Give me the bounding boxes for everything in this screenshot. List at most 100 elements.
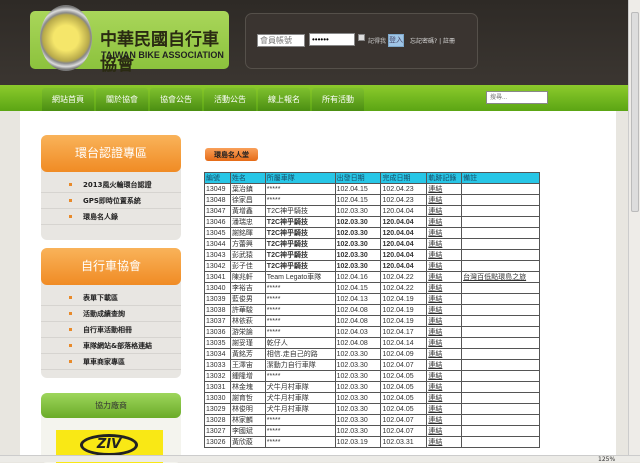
table-cell: 102.04.05 — [380, 381, 428, 393]
table-cell: 102.03.30 — [334, 205, 382, 217]
table-cell: 13026 — [204, 436, 231, 448]
sidebar-item[interactable]: 活動成績查詢 — [41, 306, 181, 322]
track-link[interactable]: 連結 — [428, 230, 442, 237]
sidebar-item[interactable]: 自行車活動相冊 — [41, 322, 181, 338]
table-cell: Team Legato車隊 — [264, 271, 336, 283]
track-link[interactable]: 連結 — [428, 428, 442, 435]
table-cell: 連結 — [426, 271, 463, 283]
table-cell: ***** — [264, 326, 336, 338]
track-link[interactable]: 連結 — [428, 340, 442, 347]
table-cell: 連結 — [426, 414, 463, 426]
track-link[interactable]: 連結 — [428, 186, 442, 193]
table-cell: 102.04.05 — [380, 392, 428, 404]
track-link[interactable]: 連結 — [428, 351, 442, 358]
password-input[interactable] — [309, 33, 355, 46]
table-row: 13038 許華駿 ***** 102.04.08 102.04.19 連結 — [204, 304, 540, 316]
login-panel: 記得我 登入 忘記密碼? | 註冊 — [245, 13, 478, 69]
table-cell: 葉治鎮 — [229, 183, 266, 195]
scrollbar-thumb[interactable] — [631, 12, 639, 212]
sidebar-item[interactable]: 2013風火輪環台認證 — [41, 177, 181, 193]
track-link[interactable]: 連結 — [428, 263, 442, 270]
track-link[interactable]: 連結 — [428, 362, 442, 369]
nav-registration[interactable]: 線上報名 — [258, 88, 310, 111]
column-header: 編號 — [204, 172, 231, 184]
table-cell: 13045 — [204, 227, 231, 239]
sidebar-item[interactable]: 環島名人錄 — [41, 209, 181, 225]
track-link[interactable]: 連結 — [428, 252, 442, 259]
sidebar-item[interactable]: 車隊網站&部落格連結 — [41, 338, 181, 354]
table-cell — [461, 205, 540, 217]
track-link[interactable]: 連結 — [428, 208, 442, 215]
sidebar-item[interactable]: 單車商家專區 — [41, 354, 181, 370]
track-link[interactable]: 連結 — [428, 219, 442, 226]
table-cell: 連結 — [426, 282, 463, 294]
track-link[interactable]: 連結 — [428, 439, 442, 446]
table-cell: 120.04.04 — [380, 205, 428, 217]
track-link[interactable]: 連結 — [428, 307, 442, 314]
table-cell: 謝銘暉 — [229, 227, 266, 239]
search-input[interactable] — [486, 91, 548, 104]
table-cell: 102.04.19 — [380, 293, 428, 305]
table-cell: 13027 — [204, 425, 231, 437]
track-link[interactable]: 連結 — [428, 373, 442, 380]
table-cell: T2C神乎騎技 — [264, 216, 336, 228]
sidebar-item-label: 活動成績查詢 — [83, 310, 125, 318]
table-cell: 102.04.08 — [334, 315, 382, 327]
table-cell: 120.04.04 — [380, 216, 428, 228]
table-row: 13026 黃欣蒑 ***** 102.03.19 102.03.31 連結 — [204, 436, 540, 448]
site-logo[interactable]: 中華民國自行車協會 TAIWAN BIKE ASSOCIATION — [30, 5, 229, 75]
table-cell: 許華駿 — [229, 304, 266, 316]
table-cell: 102.04.13 — [334, 293, 382, 305]
table-cell: 102.03.30 — [334, 392, 382, 404]
username-input[interactable] — [257, 34, 305, 47]
sidebar-item[interactable]: GPS即時位置系統 — [41, 193, 181, 209]
nav-about[interactable]: 關於協會 — [96, 88, 148, 111]
sidebar-item-label: 環島名人錄 — [83, 213, 118, 221]
track-link[interactable]: 連結 — [428, 417, 442, 424]
column-header: 軌跡記錄 — [426, 172, 463, 184]
table-cell: 潔動力自行車隊 — [264, 359, 336, 371]
table-cell: 連結 — [426, 260, 463, 272]
nav-events[interactable]: 活動公告 — [204, 88, 256, 111]
table-cell: ***** — [264, 304, 336, 316]
track-link[interactable]: 連結 — [428, 241, 442, 248]
column-header: 出發日期 — [334, 172, 382, 184]
table-cell: 13040 — [204, 282, 231, 294]
login-button[interactable]: 登入 — [388, 34, 404, 47]
bullet-icon — [69, 215, 72, 218]
track-link[interactable]: 連結 — [428, 274, 442, 281]
track-link[interactable]: 連結 — [428, 384, 442, 391]
table-cell — [461, 227, 540, 239]
table-cell: 102.04.08 — [334, 304, 382, 316]
nav-announcements[interactable]: 協會公告 — [150, 88, 202, 111]
table-cell — [461, 436, 540, 448]
table-cell — [461, 414, 540, 426]
table-cell: 102.04.15 — [334, 183, 382, 195]
table-cell: 102.04.23 — [380, 194, 428, 206]
table-cell: 13041 — [204, 271, 231, 283]
table-cell: 102.04.03 — [334, 326, 382, 338]
nav-all-events[interactable]: 所有活動 — [312, 88, 364, 111]
table-cell: 連結 — [426, 436, 463, 448]
track-link[interactable]: 連結 — [428, 329, 442, 336]
table-row: 13049 葉治鎮 ***** 102.04.15 102.04.23 連結 — [204, 183, 540, 195]
table-cell: T2C神乎騎技 — [264, 205, 336, 217]
table-cell: 102.04.07 — [380, 414, 428, 426]
track-link[interactable]: 連結 — [428, 395, 442, 402]
forgot-register-link[interactable]: 忘記密碼? | 註冊 — [410, 36, 455, 45]
note-link[interactable]: 台灣百低點環島之旅 — [463, 274, 526, 281]
column-header: 備註 — [461, 172, 540, 184]
track-link[interactable]: 連結 — [428, 285, 442, 292]
table-row: 13040 李裕吉 ***** 102.04.15 102.04.22 連結 — [204, 282, 540, 294]
track-link[interactable]: 連結 — [428, 197, 442, 204]
vertical-scrollbar[interactable] — [628, 0, 640, 462]
remember-me-checkbox[interactable] — [358, 34, 365, 41]
association-emblem — [40, 5, 92, 71]
track-link[interactable]: 連結 — [428, 406, 442, 413]
nav-home[interactable]: 網站首頁 — [42, 88, 94, 111]
track-link[interactable]: 連結 — [428, 296, 442, 303]
sidebar-item[interactable]: 表單下載區 — [41, 290, 181, 306]
table-cell: ***** — [264, 414, 336, 426]
track-link[interactable]: 連結 — [428, 318, 442, 325]
table-cell: 李裕吉 — [229, 282, 266, 294]
